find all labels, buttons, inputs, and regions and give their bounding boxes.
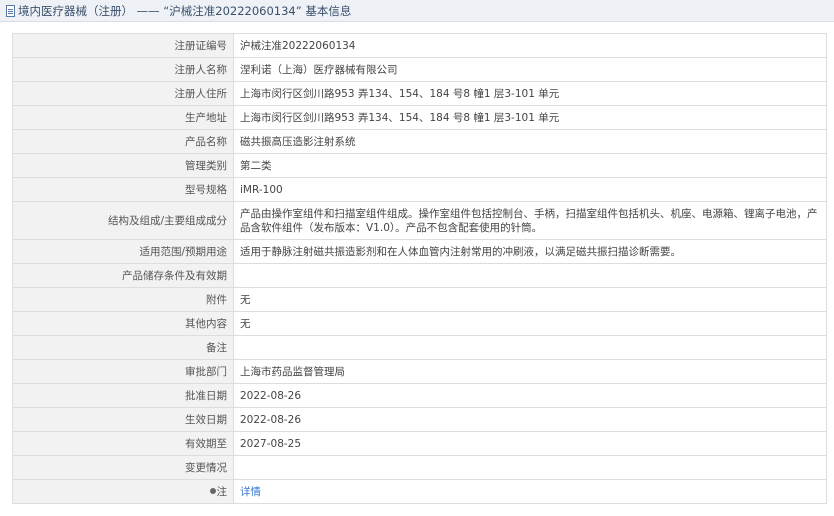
row-value	[233, 335, 827, 360]
row-value: 上海市闵行区剑川路953 弄134、154、184 号8 幢1 层3-101 单…	[233, 81, 827, 106]
row-value: 2022-08-26	[233, 383, 827, 408]
row-value: 产品由操作室组件和扫描室组件组成。操作室组件包括控制台、手柄，扫描室组件包括机头…	[233, 201, 827, 240]
row-label: 型号规格	[12, 177, 234, 202]
row-value	[233, 455, 827, 480]
row-label: 适用范围/预期用途	[12, 239, 234, 264]
row-value: 无	[233, 287, 827, 312]
row-value: 上海市药品监督管理局	[233, 359, 827, 384]
row-value: 第二类	[233, 153, 827, 178]
row-value: 2027-08-25	[233, 431, 827, 456]
row-label: 结构及组成/主要组成成分	[12, 201, 234, 240]
row-label: 注册人住所	[12, 81, 234, 106]
table-row: 附件 无	[12, 287, 827, 312]
table-row: 注 详情	[12, 479, 827, 504]
row-value	[233, 263, 827, 288]
row-label: 产品储存条件及有效期	[12, 263, 234, 288]
table-row: 注册人名称 涅利诺（上海）医疗器械有限公司	[12, 57, 827, 82]
table-row: 管理类别 第二类	[12, 153, 827, 178]
table-row: 变更情况	[12, 455, 827, 480]
row-label: 备注	[12, 335, 234, 360]
row-value: iMR-100	[233, 177, 827, 202]
page-header: 境内医疗器械（注册） —— “沪械注准20222060134” 基本信息	[0, 0, 834, 22]
bullet-icon	[209, 487, 216, 494]
row-label: 注册人名称	[12, 57, 234, 82]
row-label: 生产地址	[12, 105, 234, 130]
table-row: 有效期至 2027-08-25	[12, 431, 827, 456]
row-value: 沪械注准20222060134	[233, 33, 827, 58]
table-row: 注册证编号 沪械注准20222060134	[12, 33, 827, 58]
table-row: 适用范围/预期用途 适用于静脉注射磁共振造影剂和在人体血管内注射常用的冲刷液，以…	[12, 239, 827, 264]
row-value: 无	[233, 311, 827, 336]
note-label: 注	[216, 485, 228, 498]
table-row: 产品名称 磁共振高压造影注射系统	[12, 129, 827, 154]
table-row: 备注	[12, 335, 827, 360]
table-row: 产品储存条件及有效期	[12, 263, 827, 288]
table-row: 型号规格 iMR-100	[12, 177, 827, 202]
note-label-cell: 注	[12, 479, 234, 504]
row-label: 产品名称	[12, 129, 234, 154]
row-value: 涅利诺（上海）医疗器械有限公司	[233, 57, 827, 82]
row-label: 生效日期	[12, 407, 234, 432]
row-label: 批准日期	[12, 383, 234, 408]
table-row: 其他内容 无	[12, 311, 827, 336]
row-label: 注册证编号	[12, 33, 234, 58]
row-value: 适用于静脉注射磁共振造影剂和在人体血管内注射常用的冲刷液，以满足磁共振扫描诊断需…	[233, 239, 827, 264]
table-row: 审批部门 上海市药品监督管理局	[12, 359, 827, 384]
table-row: 批准日期 2022-08-26	[12, 383, 827, 408]
table-row: 生产地址 上海市闵行区剑川路953 弄134、154、184 号8 幢1 层3-…	[12, 105, 827, 130]
row-label: 审批部门	[12, 359, 234, 384]
row-value: 2022-08-26	[233, 407, 827, 432]
details-link[interactable]: 详情	[240, 486, 261, 498]
note-value-cell: 详情	[233, 479, 827, 504]
row-label: 变更情况	[12, 455, 234, 480]
row-label: 其他内容	[12, 311, 234, 336]
table-row: 生效日期 2022-08-26	[12, 407, 827, 432]
row-value: 磁共振高压造影注射系统	[233, 129, 827, 154]
registration-detail-table: 注册证编号 沪械注准20222060134 注册人名称 涅利诺（上海）医疗器械有…	[12, 33, 827, 504]
row-label: 管理类别	[12, 153, 234, 178]
row-label: 附件	[12, 287, 234, 312]
page-title: 境内医疗器械（注册） —— “沪械注准20222060134” 基本信息	[18, 3, 352, 18]
row-value: 上海市闵行区剑川路953 弄134、154、184 号8 幢1 层3-101 单…	[233, 105, 827, 130]
table-row: 注册人住所 上海市闵行区剑川路953 弄134、154、184 号8 幢1 层3…	[12, 81, 827, 106]
table-row: 结构及组成/主要组成成分 产品由操作室组件和扫描室组件组成。操作室组件包括控制台…	[12, 201, 827, 240]
document-icon	[6, 4, 15, 17]
row-label: 有效期至	[12, 431, 234, 456]
